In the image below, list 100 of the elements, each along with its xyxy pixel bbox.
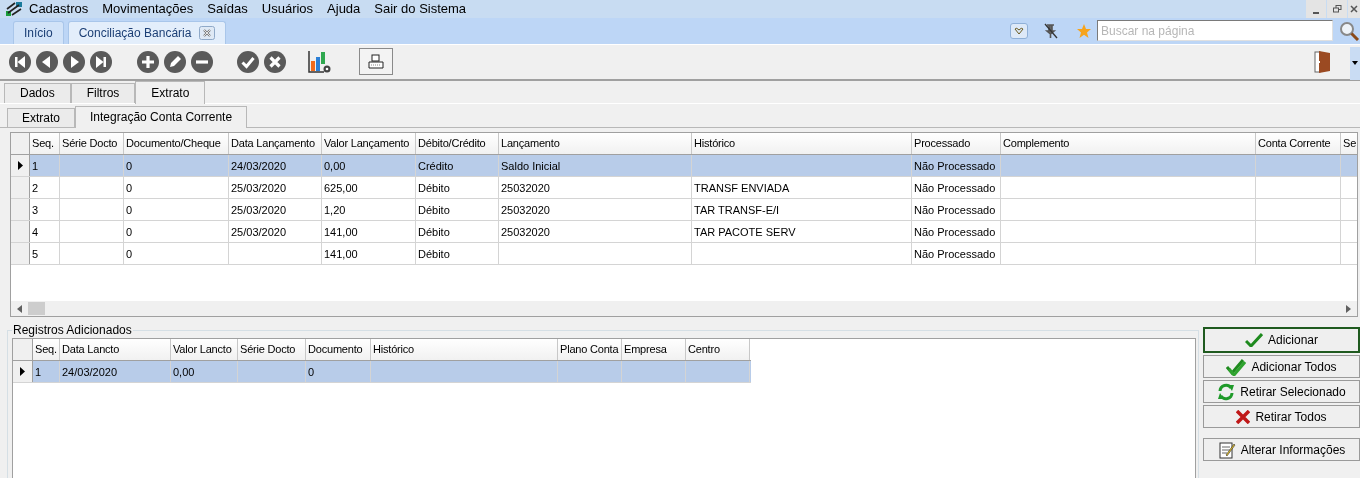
column-header[interactable]: Data Lancto bbox=[60, 339, 171, 360]
table-row[interactable]: 3 0 25/03/2020 1,20 Débito 25032020 TAR TRANSF-E/I Não Processado bbox=[11, 198, 1357, 221]
column-header[interactable]: Débito/Crédito bbox=[416, 132, 499, 154]
column-header[interactable]: Centro bbox=[686, 339, 750, 360]
column-header[interactable]: Complemento bbox=[1001, 132, 1256, 154]
restore-button[interactable] bbox=[1327, 0, 1347, 18]
search-icon[interactable] bbox=[1339, 20, 1360, 41]
plus-icon[interactable] bbox=[136, 49, 160, 74]
action-button[interactable]: Adicionar Todos bbox=[1203, 355, 1360, 378]
table-cell: 141,00 bbox=[322, 220, 416, 242]
action-button[interactable]: Adicionar bbox=[1203, 327, 1360, 353]
table-row[interactable]: 5 0 141,00 Débito Não Processado bbox=[11, 242, 1357, 265]
table-cell: 0 bbox=[124, 154, 229, 176]
tab[interactable]: Extrato bbox=[7, 107, 75, 127]
delete-x-icon bbox=[1236, 409, 1251, 424]
right-arrow-icon bbox=[1346, 304, 1351, 313]
table-cell: 24/03/2020 bbox=[229, 154, 322, 176]
column-header[interactable]: Seq. bbox=[33, 339, 60, 360]
menu-item[interactable]: Ajuda bbox=[327, 0, 361, 18]
refresh-icon bbox=[1217, 382, 1236, 401]
table-cell: 0 bbox=[124, 198, 229, 220]
table-cell: Débito bbox=[416, 198, 499, 220]
document-tab[interactable]: Conciliação Bancária bbox=[67, 20, 227, 44]
table-cell: Débito bbox=[416, 176, 499, 198]
column-header[interactable]: Empresa bbox=[622, 339, 686, 360]
column-header[interactable]: Documento/Cheque bbox=[124, 132, 229, 154]
close-icon bbox=[1350, 5, 1358, 13]
table-row[interactable]: 2 0 25/03/2020 625,00 Débito 25032020 TRANSF ENVIADA Não Processado bbox=[11, 176, 1357, 199]
table-cell: Não Processado bbox=[912, 154, 1001, 176]
menu-item[interactable]: Saídas bbox=[207, 0, 248, 18]
table-cell: Não Processado bbox=[912, 220, 1001, 242]
tab[interactable]: Extrato bbox=[135, 80, 206, 104]
menu-item[interactable]: Movimentações bbox=[102, 0, 194, 18]
table-cell: 0 bbox=[124, 220, 229, 242]
table-cell: 141,00 bbox=[322, 242, 416, 264]
unpin-icon[interactable] bbox=[1042, 21, 1060, 40]
column-header[interactable]: Seq. bbox=[30, 132, 60, 154]
table-cell: 1 bbox=[33, 361, 60, 382]
row-header[interactable] bbox=[13, 361, 33, 382]
last-record-icon[interactable] bbox=[89, 49, 113, 74]
close-icon[interactable] bbox=[199, 25, 216, 40]
table-row[interactable]: 4 0 25/03/2020 141,00 Débito 25032020 TAR PACOTE SERV Não Processado bbox=[11, 220, 1357, 243]
minimize-button[interactable] bbox=[1306, 0, 1326, 18]
row-header[interactable] bbox=[11, 154, 30, 176]
left-arrow-icon bbox=[17, 304, 22, 313]
action-button[interactable]: Retirar Todos bbox=[1203, 405, 1360, 428]
dropdown-button[interactable] bbox=[1010, 22, 1028, 39]
column-header[interactable]: Data Lançamento bbox=[229, 132, 322, 154]
tab[interactable]: Dados bbox=[4, 82, 71, 103]
menu-item[interactable]: Usuários bbox=[261, 0, 314, 18]
table-cell: 25/03/2020 bbox=[229, 198, 322, 220]
check-icon bbox=[1245, 333, 1263, 347]
tab[interactable]: Integração Conta Corrente bbox=[75, 105, 248, 128]
column-header[interactable]: Conta Corrente bbox=[1256, 132, 1341, 154]
column-header[interactable]: Plano Conta bbox=[558, 339, 622, 360]
next-icon[interactable] bbox=[62, 49, 86, 74]
column-header[interactable]: Lançamento bbox=[499, 132, 692, 154]
tab[interactable]: Filtros bbox=[70, 82, 136, 103]
column-header[interactable]: Histórico bbox=[692, 132, 912, 154]
document-tab[interactable]: Início bbox=[13, 20, 64, 44]
column-header[interactable]: Documento bbox=[306, 339, 371, 360]
heart-icon bbox=[1014, 26, 1024, 35]
column-header[interactable]: Valor Lancto bbox=[171, 339, 238, 360]
menu-item[interactable]: Sair do Sistema bbox=[374, 0, 467, 18]
column-header[interactable]: Série Docto bbox=[238, 339, 306, 360]
action-button[interactable]: Alterar Informações bbox=[1203, 438, 1360, 461]
first-record-icon[interactable] bbox=[8, 49, 32, 74]
table-cell: 3 bbox=[30, 198, 60, 220]
column-header[interactable]: Série Docto bbox=[60, 132, 124, 154]
close-button[interactable] bbox=[1348, 0, 1360, 18]
column-header[interactable]: Valor Lançamento bbox=[322, 132, 416, 154]
star-icon[interactable] bbox=[1076, 22, 1092, 39]
menu-item[interactable]: Cadastros bbox=[29, 0, 89, 18]
table-row[interactable]: 1 0 24/03/2020 0,00 Crédito Saldo Inicial Não Processado bbox=[11, 154, 1357, 177]
table-cell: 4 bbox=[30, 220, 60, 242]
printer-icon bbox=[367, 53, 385, 70]
table-cell: 25/03/2020 bbox=[229, 176, 322, 198]
chart-settings-icon[interactable] bbox=[308, 49, 332, 74]
table-cell: 625,00 bbox=[322, 176, 416, 198]
scrollbar-thumb[interactable] bbox=[28, 302, 45, 315]
table-cell: Não Processado bbox=[912, 176, 1001, 198]
table-cell: 25/03/2020 bbox=[229, 220, 322, 242]
pencil-icon[interactable] bbox=[163, 49, 187, 74]
toolbar-menu-button[interactable] bbox=[1350, 46, 1360, 80]
table-cell: 24/03/2020 bbox=[60, 361, 171, 382]
action-button[interactable]: Retirar Selecionado bbox=[1203, 380, 1360, 403]
column-header[interactable]: Processado bbox=[912, 132, 1001, 154]
door-icon[interactable] bbox=[1314, 49, 1332, 74]
previous-icon[interactable] bbox=[35, 49, 59, 74]
column-header[interactable]: Histórico bbox=[371, 339, 558, 360]
check-icon[interactable] bbox=[236, 49, 260, 74]
table-row[interactable]: 1 24/03/2020 0,00 0 bbox=[13, 361, 751, 383]
table-cell: Débito bbox=[416, 242, 499, 264]
restore-icon bbox=[1332, 5, 1342, 13]
double-check-icon bbox=[1226, 357, 1247, 376]
table-cell: 0 bbox=[124, 176, 229, 198]
cancel-icon[interactable] bbox=[263, 49, 287, 74]
table-cell: Saldo Inicial bbox=[499, 154, 692, 176]
print-button[interactable] bbox=[359, 48, 393, 76]
minus-icon[interactable] bbox=[190, 49, 214, 74]
